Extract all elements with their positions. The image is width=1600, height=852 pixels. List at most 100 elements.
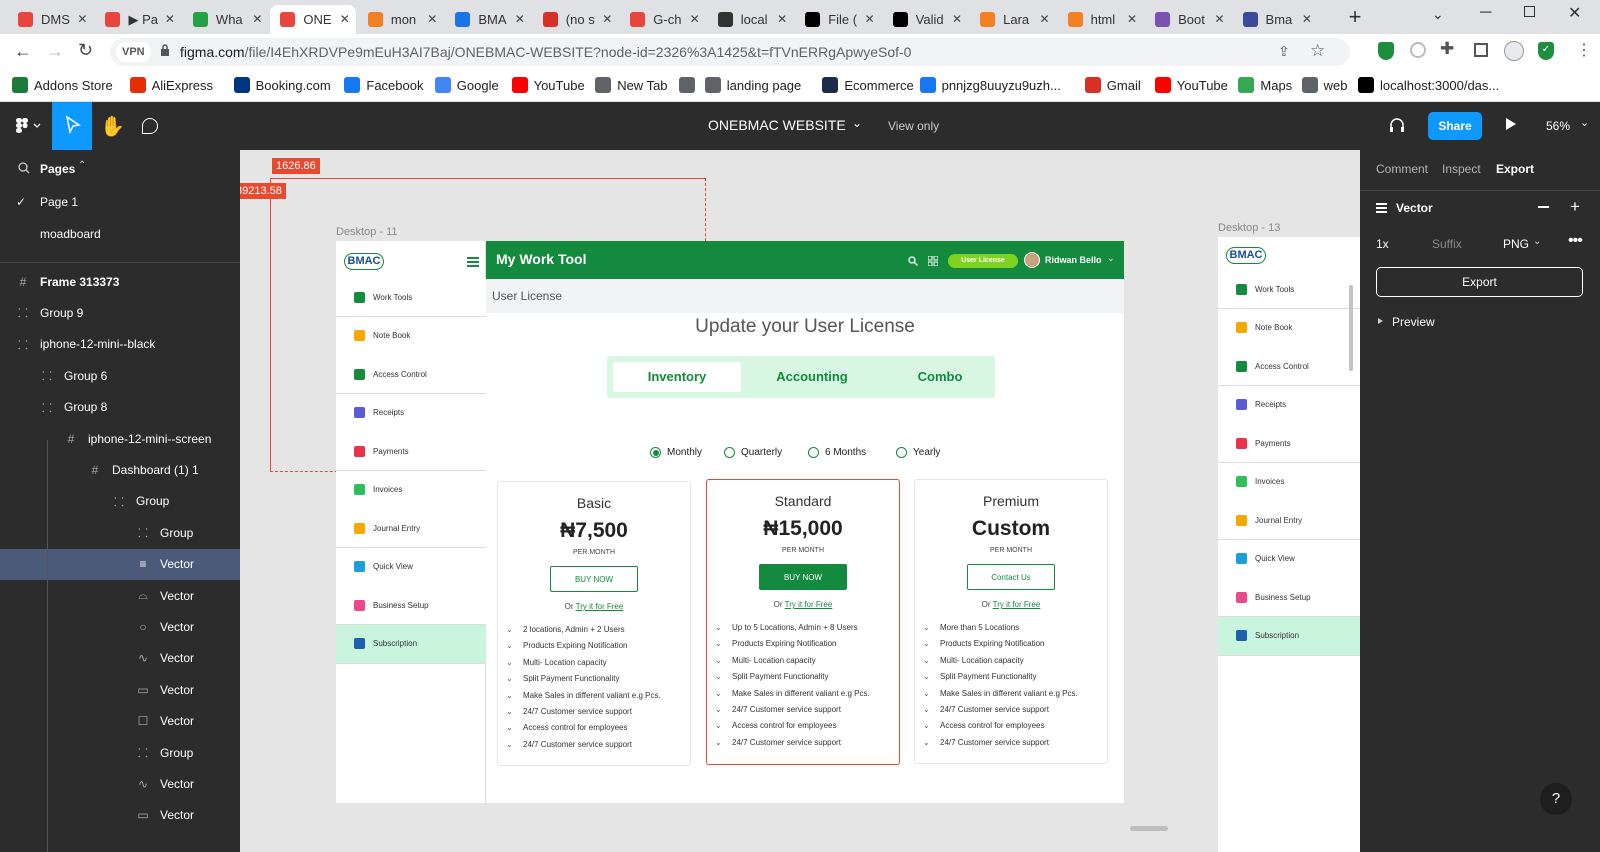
search-icon[interactable] xyxy=(18,162,30,174)
tab-search-icon[interactable]: ⌄ xyxy=(1432,6,1444,23)
sidepanel-icon[interactable] xyxy=(1474,43,1488,57)
layer-row[interactable]: ⸬ Group 9 xyxy=(0,297,240,328)
bookmark-item[interactable]: Gmail xyxy=(1084,77,1141,93)
layer-row[interactable]: ∿ Vector xyxy=(0,643,240,674)
tab-close-icon[interactable]: ✕ xyxy=(427,12,437,26)
move-tool-button[interactable] xyxy=(52,102,92,150)
layer-row[interactable]: ▭ Vector xyxy=(0,674,240,705)
share-page-icon[interactable]: ⇪ xyxy=(1278,43,1290,60)
layer-row[interactable]: ○ Vector xyxy=(0,611,240,642)
layer-row[interactable]: ⸬ Group xyxy=(0,486,240,517)
browser-tab[interactable]: Lara ✕ xyxy=(970,5,1055,34)
figma-menu-icon[interactable] xyxy=(14,116,44,136)
preview-label[interactable]: Preview xyxy=(1392,315,1435,329)
bookmark-item[interactable]: web xyxy=(1301,77,1347,93)
tab-close-icon[interactable]: ✕ xyxy=(777,12,787,26)
file-title-chevron-icon[interactable]: ⌄ xyxy=(852,116,862,130)
sidebar-item-invoices[interactable]: Invoices xyxy=(1218,462,1360,502)
tab-close-icon[interactable]: ✕ xyxy=(1302,12,1312,26)
add-export-icon[interactable]: + xyxy=(1570,197,1580,217)
security-check-icon[interactable]: ✓ xyxy=(1538,42,1554,60)
browser-tab[interactable]: DMS ✕ xyxy=(8,5,93,34)
layer-row[interactable]: ⸬ Group 6 xyxy=(0,360,240,391)
user-menu-chevron-icon[interactable]: ⌄ xyxy=(1107,253,1115,264)
sidebar-item-journal-entry[interactable]: Journal Entry xyxy=(1218,501,1360,540)
pages-collapse-icon[interactable]: ⌃ xyxy=(78,160,86,171)
try-free-link[interactable]: Try it for Free xyxy=(993,600,1041,609)
browser-tab[interactable]: ONE ✕ xyxy=(270,5,356,34)
product-tab-accounting[interactable]: Accounting xyxy=(757,362,867,392)
tab-close-icon[interactable]: ✕ xyxy=(602,12,612,26)
share-button[interactable]: Share xyxy=(1428,112,1482,140)
tab-close-icon[interactable]: ✕ xyxy=(77,12,87,26)
browser-tab[interactable]: (no s ✕ xyxy=(533,5,618,34)
browser-tab[interactable]: Valid ✕ xyxy=(883,5,968,34)
panel-tab-comment[interactable]: Comment xyxy=(1376,162,1428,176)
hamburger-icon[interactable] xyxy=(467,257,479,267)
frame-desktop-11[interactable]: BMAC Work Tools Note Book Access Control Re… xyxy=(336,241,1124,803)
sidebar-item-receipts[interactable]: Receipts xyxy=(336,393,486,433)
bookmark-item[interactable]: Maps xyxy=(1238,77,1292,93)
export-suffix-input[interactable]: Suffix xyxy=(1432,237,1462,251)
lock-icon[interactable] xyxy=(160,44,170,56)
browser-tab[interactable]: ▶ Pa ✕ xyxy=(95,5,180,34)
figma-canvas[interactable]: 1626.86 39213.58 Desktop - 11 BMAC Work … xyxy=(240,150,1360,852)
user-avatar[interactable] xyxy=(1024,252,1040,268)
layer-row[interactable]: ⸬ Group 8 xyxy=(0,392,240,423)
page-item[interactable]: ✓ Page 1 xyxy=(0,186,240,218)
tab-close-icon[interactable]: ✕ xyxy=(165,12,175,26)
frame-label-desktop-11[interactable]: Desktop - 11 xyxy=(336,226,398,238)
product-tab-inventory[interactable]: Inventory xyxy=(613,362,741,392)
url-field[interactable]: VPN figma.com/file/I4EhXRDVPe9mEuH3AI7Ba… xyxy=(110,38,1350,66)
layer-row[interactable]: ⸬ Group xyxy=(0,517,240,548)
layer-row[interactable]: ≡ Vector xyxy=(0,548,240,580)
sidebar-item-note-book[interactable]: Note Book xyxy=(1218,308,1360,348)
header-search-icon[interactable] xyxy=(908,256,918,266)
pages-header[interactable]: Pages xyxy=(40,162,75,176)
panel-tab-export[interactable]: Export xyxy=(1496,162,1534,176)
export-scale[interactable]: 1x xyxy=(1376,237,1389,251)
plan-cta-button[interactable]: BUY NOW xyxy=(759,564,847,590)
browser-tab[interactable]: Boot ✕ xyxy=(1145,5,1230,34)
maximize-button[interactable] xyxy=(1524,6,1535,17)
sidebar-item-work-tools[interactable]: Work Tools xyxy=(1218,270,1360,309)
tab-close-icon[interactable]: ✕ xyxy=(865,12,875,26)
export-button[interactable]: Export xyxy=(1376,267,1583,297)
reload-icon[interactable]: ↻ xyxy=(78,40,93,61)
zoom-chevron-icon[interactable]: ⌄ xyxy=(1580,116,1589,129)
tab-close-icon[interactable]: ✕ xyxy=(252,12,262,26)
bookmark-item[interactable]: YouTube xyxy=(511,77,585,93)
layer-row[interactable]: # Dashboard (1) 1 xyxy=(0,454,240,485)
close-window-button[interactable]: ✕ xyxy=(1568,3,1581,23)
sidebar-item-access-control[interactable]: Access Control xyxy=(336,355,486,394)
period-radio-yearly[interactable]: Yearly xyxy=(896,447,940,458)
remove-export-icon[interactable] xyxy=(1538,206,1549,208)
bookmark-item[interactable]: Facebook xyxy=(344,77,423,93)
present-play-icon[interactable] xyxy=(1506,118,1516,130)
bookmark-item[interactable]: Ecommerce xyxy=(822,77,914,93)
tab-close-icon[interactable]: ✕ xyxy=(690,12,700,26)
layer-row[interactable]: ☐ Vector xyxy=(0,706,240,737)
sidebar-item-business-setup[interactable]: Business Setup xyxy=(1218,578,1360,617)
browser-tab[interactable]: Wha ✕ xyxy=(183,5,268,34)
sidebar-item-quick-view[interactable]: Quick View xyxy=(1218,539,1360,579)
browser-tab[interactable]: mon ✕ xyxy=(358,5,443,34)
layer-row[interactable]: # Frame 313373 xyxy=(0,266,240,297)
bookmark-item[interactable]: New Tab xyxy=(595,77,668,93)
period-radio-6-months[interactable]: 6 Months xyxy=(808,447,866,458)
bookmark-item[interactable]: landing page xyxy=(704,77,801,93)
tab-close-icon[interactable]: ✕ xyxy=(1214,12,1224,26)
browser-tab[interactable]: File (✕ xyxy=(795,5,880,34)
bookmark-star-icon[interactable]: ☆ xyxy=(1310,41,1325,61)
bookmark-item[interactable]: YouTube xyxy=(1154,77,1228,93)
preview-expand-icon[interactable] xyxy=(1378,318,1383,324)
sidebar-item-receipts[interactable]: Receipts xyxy=(1218,385,1360,425)
sidebar-item-quick-view[interactable]: Quick View xyxy=(336,547,486,587)
sidebar-item-work-tools[interactable]: Work Tools xyxy=(336,278,486,317)
forward-icon[interactable]: → xyxy=(46,41,64,62)
frame-desktop-13[interactable]: BMAC Work Tools Note Book Access Control Re… xyxy=(1218,237,1360,852)
export-format-select[interactable]: PNG xyxy=(1503,237,1529,251)
plan-cta-button[interactable]: BUY NOW xyxy=(550,566,638,592)
page-item[interactable]: moadboard xyxy=(0,218,240,250)
layer-row[interactable]: ⸬ iphone-12-mini--black xyxy=(0,329,240,360)
